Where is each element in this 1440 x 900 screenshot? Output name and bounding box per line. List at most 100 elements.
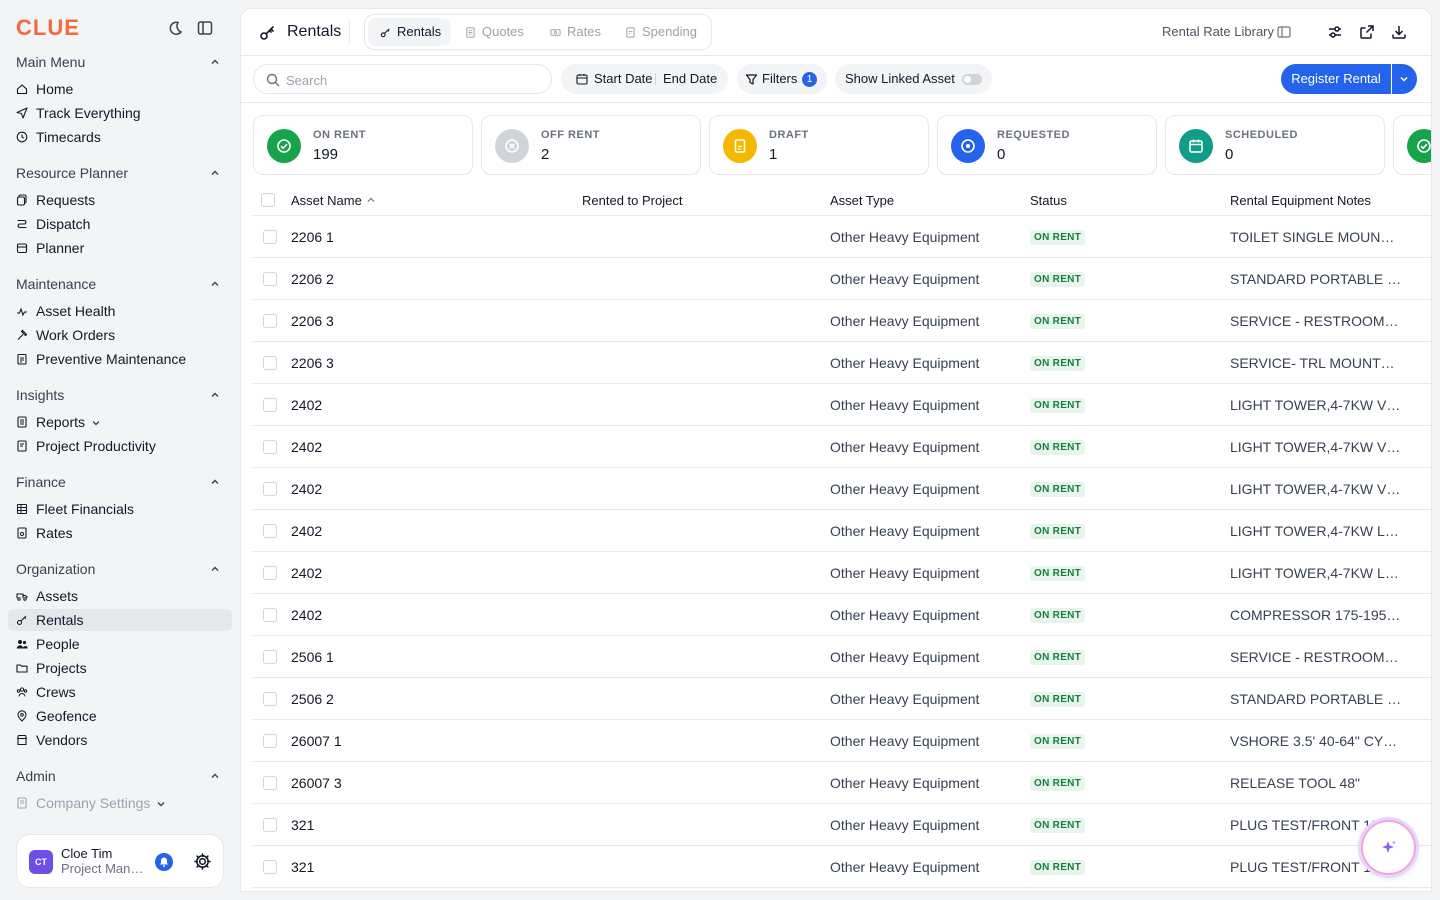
sidebar-item-project-productivity[interactable]: Project Productivity (8, 435, 232, 457)
sidebar-item-company-settings[interactable]: Company Settings (8, 792, 232, 814)
sidebar-item-projects[interactable]: Projects (8, 657, 232, 679)
row-checkbox[interactable] (263, 776, 277, 790)
asset-name[interactable]: 321 (291, 859, 314, 875)
register-options-button[interactable] (1392, 64, 1417, 94)
sidebar-item-planner[interactable]: Planner (8, 237, 232, 259)
tab-spending[interactable]: Spending (613, 18, 705, 46)
stat-card-draft[interactable]: DRAFT 1 (709, 115, 929, 175)
table-row[interactable]: 2402 Other Heavy Equipment ON RENT COMPR… (253, 594, 1431, 636)
chevron-up-icon[interactable] (210, 390, 220, 400)
asset-name[interactable]: 2206 3 (291, 355, 334, 371)
row-checkbox[interactable] (263, 398, 277, 412)
asset-name[interactable]: 2206 3 (291, 313, 334, 329)
select-all-checkbox[interactable] (261, 193, 275, 207)
chevron-up-icon[interactable] (210, 57, 220, 67)
table-row[interactable]: 2402 Other Heavy Equipment ON RENT LIGHT… (253, 426, 1431, 468)
row-checkbox[interactable] (263, 314, 277, 328)
column-header-notes[interactable]: Rental Equipment Notes (1230, 193, 1371, 209)
gear-icon[interactable] (193, 852, 212, 871)
row-checkbox[interactable] (263, 566, 277, 580)
table-row[interactable]: 2402 Other Heavy Equipment ON RENT LIGHT… (253, 384, 1431, 426)
sidebar-item-assets[interactable]: Assets (8, 585, 232, 607)
notification-bell-icon[interactable] (155, 853, 173, 871)
section-maintenance[interactable]: Maintenance (16, 274, 224, 294)
column-header-asset-name[interactable]: Asset Name (291, 193, 375, 209)
row-checkbox[interactable] (263, 608, 277, 622)
asset-name[interactable]: 2402 (291, 565, 322, 581)
column-header-rented-to-project[interactable]: Rented to Project (582, 193, 682, 209)
row-checkbox[interactable] (263, 230, 277, 244)
chevron-down-icon[interactable] (156, 799, 166, 809)
sidebar-item-fleet-financials[interactable]: Fleet Financials (8, 498, 232, 520)
row-checkbox[interactable] (263, 818, 277, 832)
row-checkbox[interactable] (263, 440, 277, 454)
row-checkbox[interactable] (263, 524, 277, 538)
sidebar-item-timecards[interactable]: Timecards (8, 126, 232, 148)
asset-name[interactable]: 2402 (291, 607, 322, 623)
asset-name[interactable]: 2506 2 (291, 691, 334, 707)
end-date[interactable]: End Date (663, 64, 717, 94)
sidebar-item-reports[interactable]: Reports (8, 411, 232, 433)
chevron-up-icon[interactable] (210, 279, 220, 289)
show-linked-asset-toggle[interactable]: Show Linked Asset (835, 64, 992, 94)
sidebar-item-preventive-maintenance[interactable]: Preventive Maintenance (8, 348, 232, 370)
table-row[interactable]: 26007 1 Other Heavy Equipment ON RENT VS… (253, 720, 1431, 762)
table-row[interactable]: 2506 2 Other Heavy Equipment ON RENT STA… (253, 678, 1431, 720)
sidebar-item-track-everything[interactable]: Track Everything (8, 102, 232, 124)
sidebar-item-home[interactable]: Home (8, 78, 232, 100)
section-organization[interactable]: Organization (16, 559, 224, 579)
sidebar-item-crews[interactable]: Crews (8, 681, 232, 703)
column-header-status[interactable]: Status (1030, 193, 1067, 209)
stat-card-off-rent[interactable]: OFF RENT 2 (481, 115, 701, 175)
asset-name[interactable]: 2206 1 (291, 229, 334, 245)
sidebar-item-work-orders[interactable]: Work Orders (8, 324, 232, 346)
download-icon[interactable] (1391, 24, 1407, 40)
search-box[interactable] (253, 64, 552, 94)
row-checkbox[interactable] (263, 356, 277, 370)
panel-icon[interactable] (1277, 25, 1291, 39)
chevron-up-icon[interactable] (210, 564, 220, 574)
column-header-asset-type[interactable]: Asset Type (830, 193, 894, 209)
stat-card-on-rent[interactable]: ON RENT 199 (253, 115, 473, 175)
tab-quotes[interactable]: Quotes (453, 18, 535, 46)
sidebar-item-geofence[interactable]: Geofence (8, 705, 232, 727)
table-row[interactable]: 2402 Other Heavy Equipment ON RENT LIGHT… (253, 510, 1431, 552)
register-rental-button[interactable]: Register Rental (1281, 64, 1391, 94)
table-row[interactable]: 2206 3 Other Heavy Equipment ON RENT SER… (253, 342, 1431, 384)
asset-name[interactable]: 2206 2 (291, 271, 334, 287)
sidebar-item-vendors[interactable]: Vendors (8, 729, 232, 751)
table-row[interactable]: 2206 2 Other Heavy Equipment ON RENT STA… (253, 258, 1431, 300)
chevron-up-icon[interactable] (210, 477, 220, 487)
filters-button[interactable]: Filters 1 (737, 64, 827, 94)
chevron-up-icon[interactable] (210, 771, 220, 781)
table-row[interactable]: 321 Other Heavy Equipment ON RENT PLUG T… (253, 804, 1431, 846)
row-checkbox[interactable] (263, 482, 277, 496)
toggle-switch[interactable] (962, 74, 982, 85)
external-link-icon[interactable] (1359, 24, 1375, 40)
table-row[interactable]: 26007 3 Other Heavy Equipment ON RENT RE… (253, 762, 1431, 804)
section-resource-planner[interactable]: Resource Planner (16, 163, 224, 183)
rental-rate-library-link[interactable]: Rental Rate Library (1162, 22, 1274, 42)
date-range-picker[interactable]: Start Date End Date (561, 64, 728, 94)
user-card[interactable]: CT Cloe Tim Project Manager (16, 834, 224, 888)
moon-icon[interactable] (166, 19, 184, 37)
asset-name[interactable]: 321 (291, 817, 314, 833)
row-checkbox[interactable] (263, 860, 277, 874)
asset-name[interactable]: 2402 (291, 523, 322, 539)
sidebar-item-rates[interactable]: Rates (8, 522, 232, 544)
sidebar-item-requests[interactable]: Requests (8, 189, 232, 211)
section-main-menu[interactable]: Main Menu (16, 52, 224, 72)
row-checkbox[interactable] (263, 734, 277, 748)
sliders-icon[interactable] (1327, 24, 1343, 40)
start-date[interactable]: Start Date (594, 64, 653, 94)
sidebar-item-people[interactable]: People (8, 633, 232, 655)
chevron-up-icon[interactable] (210, 168, 220, 178)
tab-rates[interactable]: Rates (538, 18, 610, 46)
asset-name[interactable]: 26007 3 (291, 775, 342, 791)
section-finance[interactable]: Finance (16, 472, 224, 492)
search-input[interactable] (286, 70, 536, 90)
asset-name[interactable]: 2402 (291, 481, 322, 497)
ai-assistant-button[interactable] (1361, 820, 1416, 875)
stat-card-scheduled[interactable]: SCHEDULED 0 (1165, 115, 1385, 175)
row-checkbox[interactable] (263, 272, 277, 286)
